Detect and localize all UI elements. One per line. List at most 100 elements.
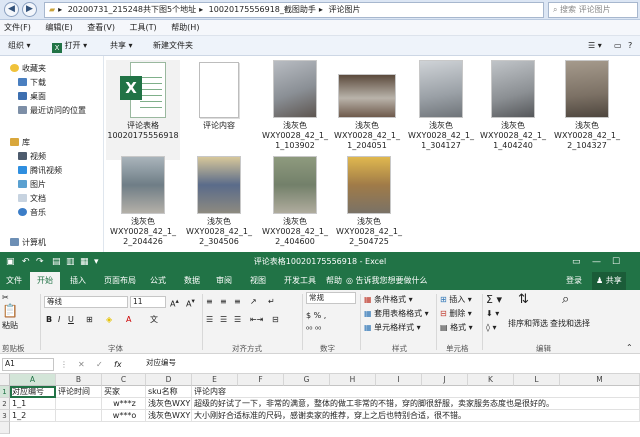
cut-icon[interactable]: ✂ xyxy=(2,292,9,303)
preview-pane-icon[interactable]: ▭ xyxy=(614,36,622,56)
new-folder-button[interactable]: 新建文件夹 xyxy=(153,36,193,56)
column-header-c[interactable]: C xyxy=(102,374,146,386)
menu-view[interactable]: 查看(V) xyxy=(87,20,115,36)
breadcrumb-item[interactable]: 评论图片 xyxy=(328,5,360,14)
name-box[interactable]: A1 xyxy=(2,358,54,371)
maximize-icon[interactable]: ☐ xyxy=(612,256,620,268)
nav-computer[interactable]: 计算机 xyxy=(10,236,46,250)
nav-item-pictures[interactable]: 图片 xyxy=(18,178,46,192)
search-input[interactable]: ⌕ 搜索 评论图片 xyxy=(548,2,638,18)
menu-help[interactable]: 帮助(H) xyxy=(171,20,199,36)
italic-button[interactable]: I xyxy=(58,314,60,325)
file-item-photo[interactable]: 浅灰色 WXY0028_42_1_ 2_504725 xyxy=(332,156,406,256)
align-center-icon[interactable]: ☰ xyxy=(220,314,227,325)
orientation-icon[interactable]: ↗ xyxy=(250,296,257,307)
indent-icon[interactable]: ⇤⇥ xyxy=(250,314,263,325)
insert-function-button[interactable]: fx xyxy=(114,359,122,370)
forward-arrow-icon[interactable]: ▶ xyxy=(22,2,37,17)
file-item-xlsx[interactable]: X 评论表格 10020175556918 xyxy=(106,60,180,160)
column-header-d[interactable]: D xyxy=(146,374,192,386)
nav-item-documents[interactable]: 文档 xyxy=(18,192,46,206)
cancel-icon[interactable]: ✕ xyxy=(78,359,85,370)
nav-item-videos[interactable]: 视频 xyxy=(18,150,46,164)
table-format-button[interactable]: ▦ 套用表格格式 ▾ xyxy=(364,308,429,319)
row-header[interactable]: 2 xyxy=(0,398,10,410)
sort-filter-icon[interactable]: ⇅ xyxy=(518,293,529,306)
find-select-button[interactable]: 查找和选择 xyxy=(550,318,590,329)
align-left-icon[interactable]: ☰ xyxy=(206,314,213,325)
nav-item-music[interactable]: 音乐 xyxy=(18,206,46,220)
file-item-photo[interactable]: 浅灰色 WXY0028_42_1_ 1_404240 xyxy=(476,60,550,160)
view-options-icon[interactable]: ☰ ▾ xyxy=(588,36,602,56)
column-header-k[interactable]: K xyxy=(468,374,514,386)
currency-icon[interactable]: $ % , xyxy=(306,310,326,321)
formula-input[interactable]: 对应编号 xyxy=(144,358,638,371)
border-icon[interactable]: ⊞ xyxy=(86,314,93,325)
fill-icon[interactable]: ⬇ ▾ xyxy=(486,308,499,319)
decimal-icon[interactable]: ⁰⁰ ⁰⁰ xyxy=(306,324,321,335)
paste-icon[interactable]: 📋 xyxy=(2,304,18,320)
file-item-photo[interactable]: 浅灰色 WXY0028_42_1_ 1_304127 xyxy=(404,60,478,160)
table-cell[interactable]: 浅灰色WXY xyxy=(146,398,192,410)
formula-options-icon[interactable]: ⋮ xyxy=(60,359,68,370)
share-button[interactable]: ♟ 共享 xyxy=(592,272,626,290)
select-all-corner[interactable] xyxy=(0,374,10,386)
bold-button[interactable]: B xyxy=(46,314,52,325)
table-cell[interactable]: 1_1 xyxy=(10,398,56,410)
format-cells-button[interactable]: ▤ 格式 ▾ xyxy=(440,322,473,333)
file-item-photo[interactable]: 浅灰色 WXY0028_42_1_ 2_204426 xyxy=(106,156,180,256)
table-cell[interactable]: 超级的好试了一下，非常的满意，整体的做工非常的不错，穿的脚很舒服，卖家服务态度也… xyxy=(192,398,640,410)
nav-item-downloads[interactable]: 下载 xyxy=(18,76,46,90)
table-cell[interactable]: w***z xyxy=(102,398,146,410)
table-cell[interactable]: 大小刚好合适标准的尺码，感谢卖家的推荐，穿上之后也特别合适，很不错。 xyxy=(192,410,640,422)
tell-me-search[interactable]: ◎ 告诉我您想要做什么 xyxy=(346,272,428,290)
font-name-select[interactable]: 等线 xyxy=(44,296,128,308)
table-cell[interactable]: 买家 xyxy=(102,386,146,398)
file-item-doc[interactable]: 评论内容 xyxy=(182,60,256,160)
find-select-icon[interactable]: ⌕ xyxy=(562,293,569,306)
menu-tools[interactable]: 工具(T) xyxy=(130,20,157,36)
delete-cells-button[interactable]: ⊟ 删除 ▾ xyxy=(440,308,472,319)
table-cell[interactable]: 浅灰色WXY xyxy=(146,410,192,422)
table-cell[interactable]: 对应编号 xyxy=(10,386,56,398)
table-cell[interactable]: 1_2 xyxy=(10,410,56,422)
table-cell[interactable]: w***o xyxy=(102,410,146,422)
confirm-icon[interactable]: ✓ xyxy=(96,359,103,370)
column-header-j[interactable]: J xyxy=(422,374,468,386)
tab-home[interactable]: 开始 xyxy=(30,272,60,290)
nav-library[interactable]: 库 xyxy=(10,136,30,150)
phonetic-icon[interactable]: 文 xyxy=(150,314,158,325)
nav-item-desktop[interactable]: 桌面 xyxy=(18,90,46,104)
align-middle-icon[interactable]: ≡ xyxy=(220,296,227,307)
file-item-photo[interactable]: 浅灰色 WXY0028_42_1_ 2_404600 xyxy=(258,156,332,256)
cell-style-button[interactable]: ▦ 单元格样式 ▾ xyxy=(364,322,421,333)
table-cell[interactable] xyxy=(56,410,102,422)
column-header-m[interactable]: M xyxy=(560,374,640,386)
align-right-icon[interactable]: ☰ xyxy=(234,314,241,325)
file-item-photo[interactable]: 浅灰色 WXY0028_42_1_ 2_104327 xyxy=(550,60,624,160)
table-cell[interactable] xyxy=(56,398,102,410)
menu-edit[interactable]: 编辑(E) xyxy=(45,20,72,36)
underline-button[interactable]: U xyxy=(68,314,74,325)
wrap-text-icon[interactable]: ↵ xyxy=(268,296,275,307)
row-header[interactable]: 1 xyxy=(0,386,10,398)
share-button[interactable]: 共享 ▾ xyxy=(110,36,133,56)
insert-cells-button[interactable]: ⊞ 插入 ▾ xyxy=(440,294,472,305)
column-header-a[interactable]: A xyxy=(10,374,56,386)
tab-insert[interactable]: 插入 xyxy=(70,272,86,290)
tab-formulas[interactable]: 公式 xyxy=(150,272,166,290)
font-size-select[interactable]: 11 xyxy=(130,296,166,308)
open-button[interactable]: X 打开 ▾ xyxy=(52,36,87,56)
column-header-f[interactable]: F xyxy=(238,374,284,386)
clear-icon[interactable]: ◊ ▾ xyxy=(486,322,497,333)
tab-help[interactable]: 帮助 xyxy=(326,272,342,290)
align-top-icon[interactable]: ≡ xyxy=(206,296,213,307)
column-header-b[interactable]: B xyxy=(56,374,102,386)
autosum-icon[interactable]: Σ ▾ xyxy=(486,294,502,305)
file-item-photo[interactable]: 浅灰色 WXY0028_42_1_ 1_204051 xyxy=(330,60,404,160)
shrink-font-icon[interactable]: A▾ xyxy=(186,296,195,310)
column-header-i[interactable]: I xyxy=(376,374,422,386)
row-header[interactable] xyxy=(0,422,10,434)
grow-font-icon[interactable]: A▴ xyxy=(170,296,179,310)
menu-file[interactable]: 文件(F) xyxy=(4,20,31,36)
